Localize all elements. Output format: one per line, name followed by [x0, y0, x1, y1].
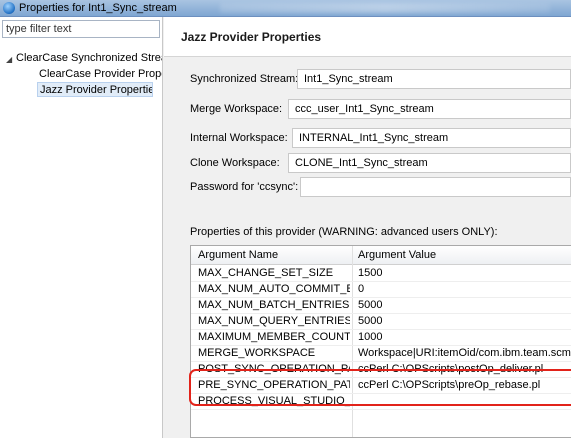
argument-value-cell[interactable]: ccPerl C:\OPScripts\postOp_deliver.pl: [358, 363, 571, 375]
column-header-argument-name[interactable]: Argument Name: [198, 249, 278, 261]
filter-input[interactable]: type filter text: [2, 20, 160, 38]
table-row[interactable]: MAX_NUM_QUERY_ENTRIES 5000: [191, 314, 571, 330]
table-row[interactable]: MAX_NUM_AUTO_COMMIT_E... 0: [191, 282, 571, 298]
table-row[interactable]: MAXIMUM_MEMBER_COUNT 1000: [191, 330, 571, 346]
argument-value-cell[interactable]: Workspace|URI:itemOid/com.ibm.team.scm.: [358, 347, 571, 359]
argument-name-cell: PROCESS_VISUAL_STUDIO_FILES: [198, 395, 350, 407]
table-row[interactable]: MAX_NUM_BATCH_ENTRIES 5000: [191, 298, 571, 314]
clone-workspace-label: Clone Workspace:: [190, 157, 280, 169]
synchronized-stream-label: Synchronized Stream:: [190, 73, 299, 85]
app-icon: [3, 2, 15, 14]
table-row[interactable]: POST_SYNC_OPERATION_PATH ccPerl C:\OPScr…: [191, 362, 571, 378]
table-row[interactable]: MAX_CHANGE_SET_SIZE 1500: [191, 266, 571, 282]
password-field[interactable]: [300, 177, 571, 197]
content-pane: Jazz Provider Properties Synchronized St…: [164, 17, 571, 438]
argument-value-cell[interactable]: ccPerl C:\OPScripts\preOp_rebase.pl: [358, 379, 571, 391]
argument-name-cell: MAX_NUM_QUERY_ENTRIES: [198, 315, 350, 327]
page-header: Jazz Provider Properties: [164, 17, 571, 57]
tree-item-jazz-provider-properties[interactable]: Jazz Provider Properties: [37, 82, 153, 97]
argument-name-cell: MAX_NUM_AUTO_COMMIT_E...: [198, 283, 350, 295]
password-label: Password for 'ccsync':: [190, 181, 299, 193]
navigation-pane: type filter text ◢ ClearCase Synchronize…: [0, 17, 163, 438]
argument-name-cell: MAXIMUM_MEMBER_COUNT: [198, 331, 350, 343]
argument-name-cell: MAX_CHANGE_SET_SIZE: [198, 267, 334, 279]
argument-name-cell: MAX_NUM_BATCH_ENTRIES: [198, 299, 350, 311]
table-row[interactable]: PROCESS_VISUAL_STUDIO_FILES: [191, 394, 571, 410]
merge-workspace-field[interactable]: ccc_user_Int1_Sync_stream: [288, 99, 571, 119]
argument-name-cell: POST_SYNC_OPERATION_PATH: [198, 363, 350, 375]
clone-workspace-field[interactable]: CLONE_Int1_Sync_stream: [288, 153, 571, 173]
window-titlebar[interactable]: Properties for Int1_Sync_stream: [0, 0, 571, 17]
window-title: Properties for Int1_Sync_stream: [19, 2, 177, 14]
tree-item-clearcase-synchronized-stream[interactable]: ClearCase Synchronized Strea: [16, 51, 162, 66]
tree-expand-icon[interactable]: ◢: [6, 55, 12, 64]
tree-item-clearcase-provider-properties[interactable]: ClearCase Provider Prope: [39, 67, 162, 82]
argument-value-cell[interactable]: 1500: [358, 267, 571, 279]
page-title: Jazz Provider Properties: [181, 30, 322, 44]
titlebar-blur: [220, 3, 550, 13]
argument-name-cell: PRE_SYNC_OPERATION_PATH: [198, 379, 350, 391]
table-row[interactable]: MERGE_WORKSPACE Workspace|URI:itemOid/co…: [191, 346, 571, 362]
internal-workspace-label: Internal Workspace:: [190, 132, 288, 144]
argument-value-cell[interactable]: 5000: [358, 299, 571, 311]
merge-workspace-label: Merge Workspace:: [190, 103, 283, 115]
synchronized-stream-field[interactable]: Int1_Sync_stream: [297, 69, 571, 89]
table-header: Argument Name Argument Value: [191, 246, 571, 265]
column-header-argument-value[interactable]: Argument Value: [358, 249, 436, 261]
properties-table: Argument Name Argument Value MAX_CHANGE_…: [190, 245, 571, 438]
argument-value-cell[interactable]: 5000: [358, 315, 571, 327]
properties-section-label: Properties of this provider (WARNING: ad…: [190, 226, 498, 238]
argument-value-cell[interactable]: 1000: [358, 331, 571, 343]
internal-workspace-field[interactable]: INTERNAL_Int1_Sync_stream: [292, 128, 571, 148]
table-row[interactable]: PRE_SYNC_OPERATION_PATH ccPerl C:\OPScri…: [191, 378, 571, 394]
argument-name-cell: MERGE_WORKSPACE: [198, 347, 316, 359]
argument-value-cell[interactable]: 0: [358, 283, 571, 295]
